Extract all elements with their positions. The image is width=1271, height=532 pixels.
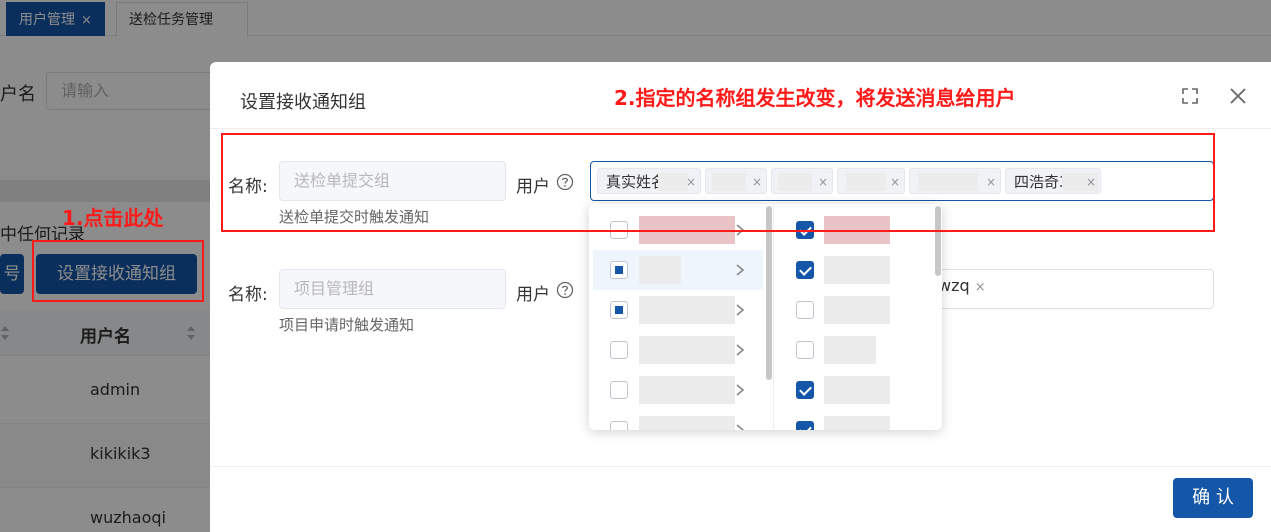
blurred-text xyxy=(824,416,890,430)
cascader-department-option[interactable] xyxy=(593,370,763,410)
blurred-text xyxy=(824,296,890,324)
group2-user-label: 用户 xyxy=(516,285,550,305)
checkbox[interactable] xyxy=(796,261,814,279)
cascader-column-departments xyxy=(589,204,773,430)
annotation-box-step1 xyxy=(32,240,204,302)
chevron-right-icon xyxy=(736,424,745,430)
dialog-header-divider xyxy=(210,128,1271,129)
cascader-department-option[interactable] xyxy=(593,250,763,290)
blurred-text xyxy=(824,256,890,284)
blurred-text xyxy=(639,336,735,364)
confirm-button[interactable]: 确 认 xyxy=(1173,478,1253,518)
user-chip-wzq[interactable]: wzq × xyxy=(938,276,986,295)
checkbox[interactable] xyxy=(610,261,628,279)
blurred-text xyxy=(639,376,735,404)
checkbox[interactable] xyxy=(796,301,814,319)
checkbox[interactable] xyxy=(796,421,814,430)
blurred-text xyxy=(824,336,876,364)
dialog-footer-divider xyxy=(210,466,1271,467)
annotation-step1: 1.点击此处 xyxy=(62,206,164,230)
cascader-scrollbar[interactable] xyxy=(766,206,772,380)
chevron-right-icon xyxy=(736,384,745,396)
chevron-right-icon xyxy=(736,344,745,356)
cascader-user-option[interactable] xyxy=(774,410,924,430)
checkbox[interactable] xyxy=(610,301,628,319)
fullscreen-icon[interactable] xyxy=(1180,86,1200,106)
annotation-step2: 2.指定的名称组发生改变，将发送消息给用户 xyxy=(614,86,1016,110)
chip-label: wzq xyxy=(938,276,970,295)
question-circle-icon[interactable] xyxy=(556,281,574,299)
blurred-text xyxy=(639,256,681,284)
cascader-department-option[interactable] xyxy=(593,410,763,430)
chevron-right-icon xyxy=(736,304,745,316)
checkbox[interactable] xyxy=(610,421,628,430)
checkbox[interactable] xyxy=(796,341,814,359)
blurred-text xyxy=(824,376,890,404)
dialog-title: 设置接收通知组 xyxy=(240,92,366,113)
checkbox[interactable] xyxy=(610,341,628,359)
group2-hint: 项目申请时触发通知 xyxy=(279,316,415,334)
chevron-right-icon xyxy=(736,264,745,276)
chip-close-icon[interactable]: × xyxy=(975,280,986,295)
checkbox[interactable] xyxy=(796,381,814,399)
annotation-box-step2 xyxy=(221,133,1215,232)
blurred-text xyxy=(639,416,735,430)
checkbox[interactable] xyxy=(610,381,628,399)
close-icon[interactable] xyxy=(1228,86,1248,106)
cascader-column-users xyxy=(774,204,942,430)
cascader-user-option[interactable] xyxy=(774,290,924,330)
blurred-text xyxy=(639,296,735,324)
user-cascader-dropdown xyxy=(589,204,942,430)
cascader-user-option[interactable] xyxy=(774,370,924,410)
cascader-user-option[interactable] xyxy=(774,250,924,290)
cascader-department-option[interactable] xyxy=(593,330,763,370)
cascader-department-option[interactable] xyxy=(593,290,763,330)
cascader-user-option[interactable] xyxy=(774,330,924,370)
group2-name-input[interactable]: 项目管理组 xyxy=(279,269,506,309)
group2-name-label: 名称: xyxy=(228,285,268,305)
